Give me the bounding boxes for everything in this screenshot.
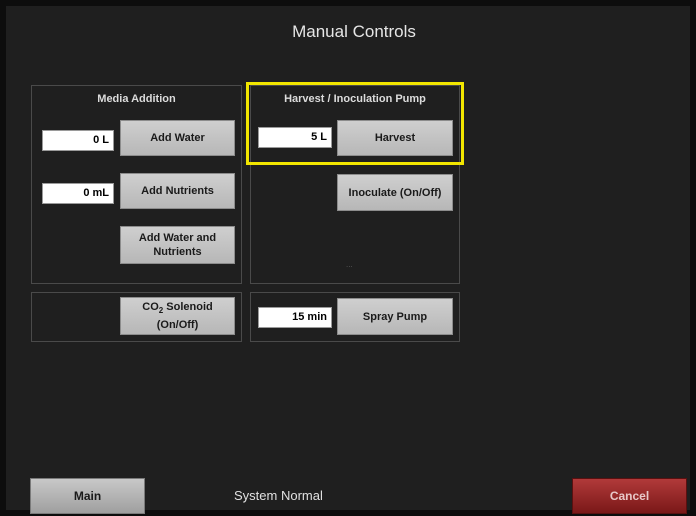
add-water-and-nutrients-button[interactable]: Add Water and Nutrients xyxy=(120,226,235,264)
panel-dots: ... xyxy=(346,260,353,269)
manual-controls-screen: Manual Controls Media Addition 0 L Add W… xyxy=(0,0,696,516)
spray-pump-button[interactable]: Spray Pump xyxy=(337,298,453,335)
main-button[interactable]: Main xyxy=(30,478,145,514)
co2-label-line2: (On/Off) xyxy=(156,319,199,332)
add-water-button[interactable]: Add Water xyxy=(120,120,235,156)
co2-solenoid-button[interactable]: CO2 Solenoid (On/Off) xyxy=(120,297,235,335)
page-title: Manual Controls xyxy=(292,22,416,41)
add-both-line2: Nutrients xyxy=(153,246,202,258)
system-status: System Normal xyxy=(234,488,323,503)
water-amount-field[interactable]: 0 L xyxy=(42,130,114,151)
co2-label-line1: CO2 Solenoid xyxy=(142,300,213,316)
add-nutrients-button[interactable]: Add Nutrients xyxy=(120,173,235,209)
nutrients-amount-field[interactable]: 0 mL xyxy=(42,183,114,204)
harvest-button[interactable]: Harvest xyxy=(337,120,453,156)
inoculate-button[interactable]: Inoculate (On/Off) xyxy=(337,174,453,211)
add-both-line1: Add Water and xyxy=(138,232,217,244)
media-addition-title: Media Addition xyxy=(97,93,176,105)
cancel-button[interactable]: Cancel xyxy=(572,478,687,514)
harvest-amount-field[interactable]: 5 L xyxy=(258,127,332,148)
spray-duration-field[interactable]: 15 min xyxy=(258,307,332,328)
